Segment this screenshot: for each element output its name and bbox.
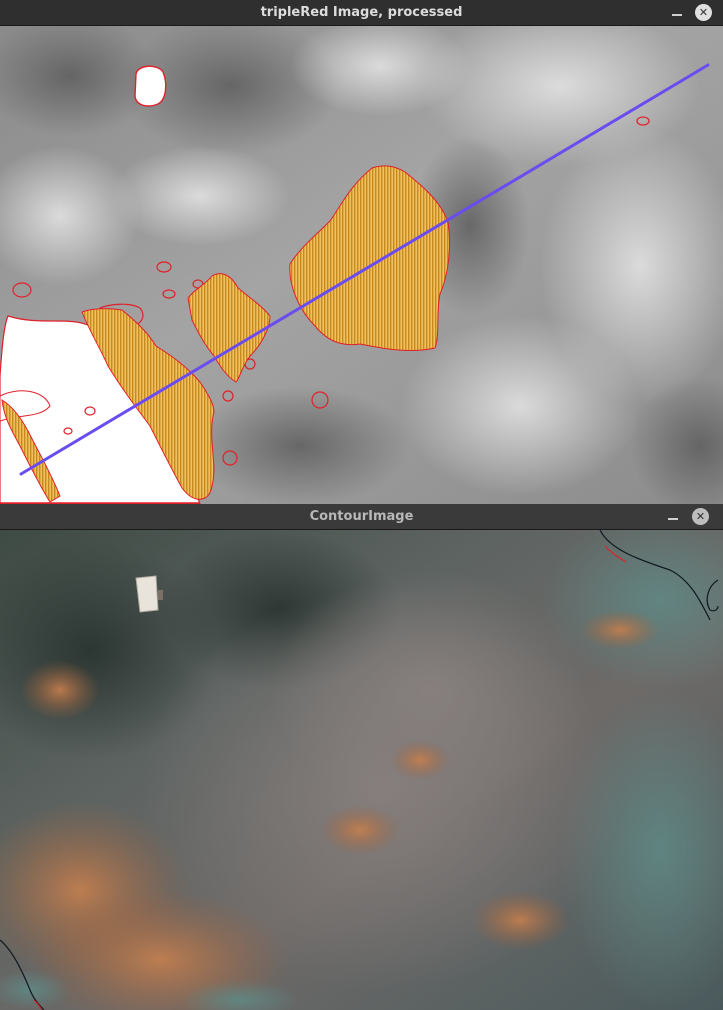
white-structure — [135, 575, 159, 613]
processed-image-window: tripleRed Image, processed ✕ — [0, 0, 723, 504]
contour-image-canvas — [0, 530, 723, 1010]
window-title: ContourImage — [309, 509, 414, 524]
titlebar[interactable]: tripleRed Image, processed ✕ — [0, 0, 723, 26]
close-icon[interactable]: ✕ — [692, 508, 709, 525]
contour-image-window: ContourImage ✕ — [0, 504, 723, 1010]
processed-image-canvas — [0, 26, 723, 504]
window-title: tripleRed Image, processed — [260, 5, 463, 20]
minimize-icon[interactable] — [669, 4, 685, 20]
white-spot — [134, 65, 167, 107]
minimize-icon[interactable] — [665, 508, 681, 524]
titlebar[interactable]: ContourImage ✕ — [0, 504, 723, 530]
close-icon[interactable]: ✕ — [695, 4, 712, 21]
